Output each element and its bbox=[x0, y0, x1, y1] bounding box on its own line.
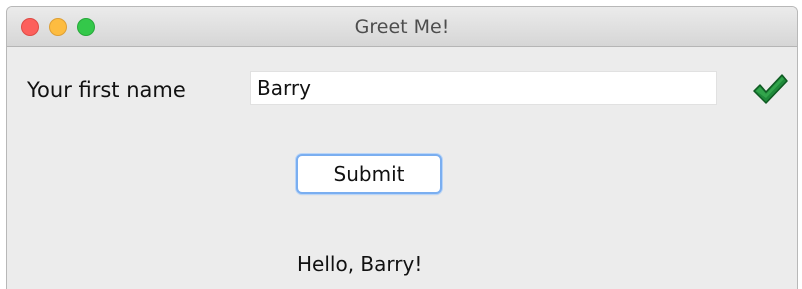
first-name-input[interactable] bbox=[250, 71, 717, 105]
first-name-label: Your first name bbox=[27, 78, 186, 102]
title-bar[interactable]: Greet Me! bbox=[7, 7, 797, 47]
greeting-text: Hello, Barry! bbox=[297, 252, 423, 276]
submit-button[interactable]: Submit bbox=[296, 154, 442, 194]
app-window: Greet Me! Your first name Submit Hello, … bbox=[6, 6, 798, 289]
check-icon bbox=[753, 74, 788, 104]
window-title: Greet Me! bbox=[354, 16, 450, 38]
